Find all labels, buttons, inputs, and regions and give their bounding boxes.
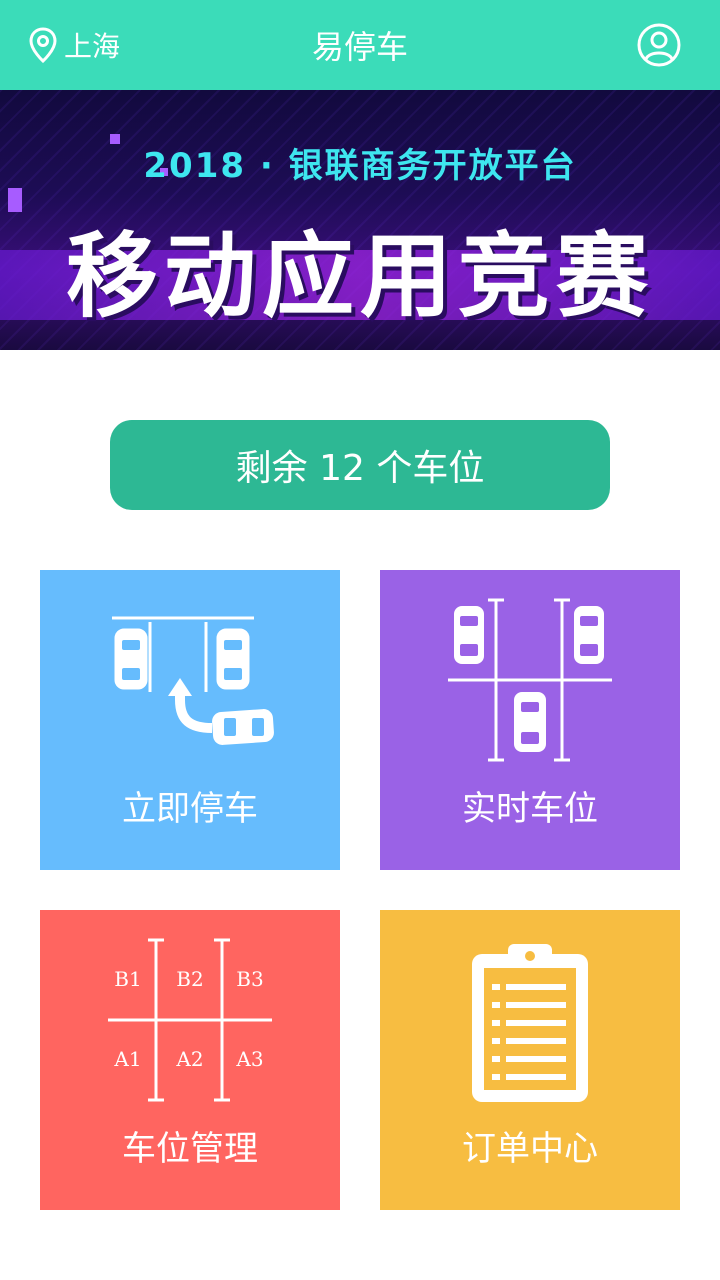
available-spaces-button[interactable]: 剩余 12 个车位 xyxy=(110,420,610,510)
realtime-spaces-label: 实时车位 xyxy=(462,789,598,829)
grid-label-b3: B3 xyxy=(236,967,263,991)
realtime-spaces-tile[interactable]: 实时车位 xyxy=(380,570,680,870)
page-title: 易停车 xyxy=(311,28,408,66)
realtime-spaces-icon xyxy=(448,598,612,762)
user-profile-icon[interactable] xyxy=(636,22,682,68)
space-management-label: 车位管理 xyxy=(122,1129,258,1169)
order-center-tile[interactable]: 订单中心 xyxy=(380,910,680,1210)
grid-label-b2: B2 xyxy=(176,967,203,991)
space-management-tile[interactable]: B1 B2 B3 A1 A2 A3 车位管理 xyxy=(40,910,340,1210)
banner-headline: 移动应用竞赛 xyxy=(65,223,654,330)
banner-subtitle: 2018 · 银联商务开放平台 xyxy=(143,146,577,186)
park-now-icon xyxy=(112,616,274,745)
space-management-icon: B1 B2 B3 A1 A2 A3 xyxy=(108,938,272,1102)
clipboard-icon xyxy=(472,944,588,1102)
available-spaces-label: 剩余 12 个车位 xyxy=(235,448,485,489)
grid-label-a1: A1 xyxy=(113,1047,141,1071)
park-now-tile[interactable]: 立即停车 xyxy=(40,570,340,870)
grid-label-a2: A2 xyxy=(175,1047,203,1071)
top-bar: 上海 易停车 xyxy=(0,0,720,90)
grid-label-a3: A3 xyxy=(235,1047,263,1071)
promo-banner[interactable]: 2018 · 银联商务开放平台 移动应用竞赛 xyxy=(0,90,720,350)
park-now-label: 立即停车 xyxy=(122,789,258,829)
order-center-label: 订单中心 xyxy=(462,1129,598,1169)
grid-label-b1: B1 xyxy=(114,967,141,991)
